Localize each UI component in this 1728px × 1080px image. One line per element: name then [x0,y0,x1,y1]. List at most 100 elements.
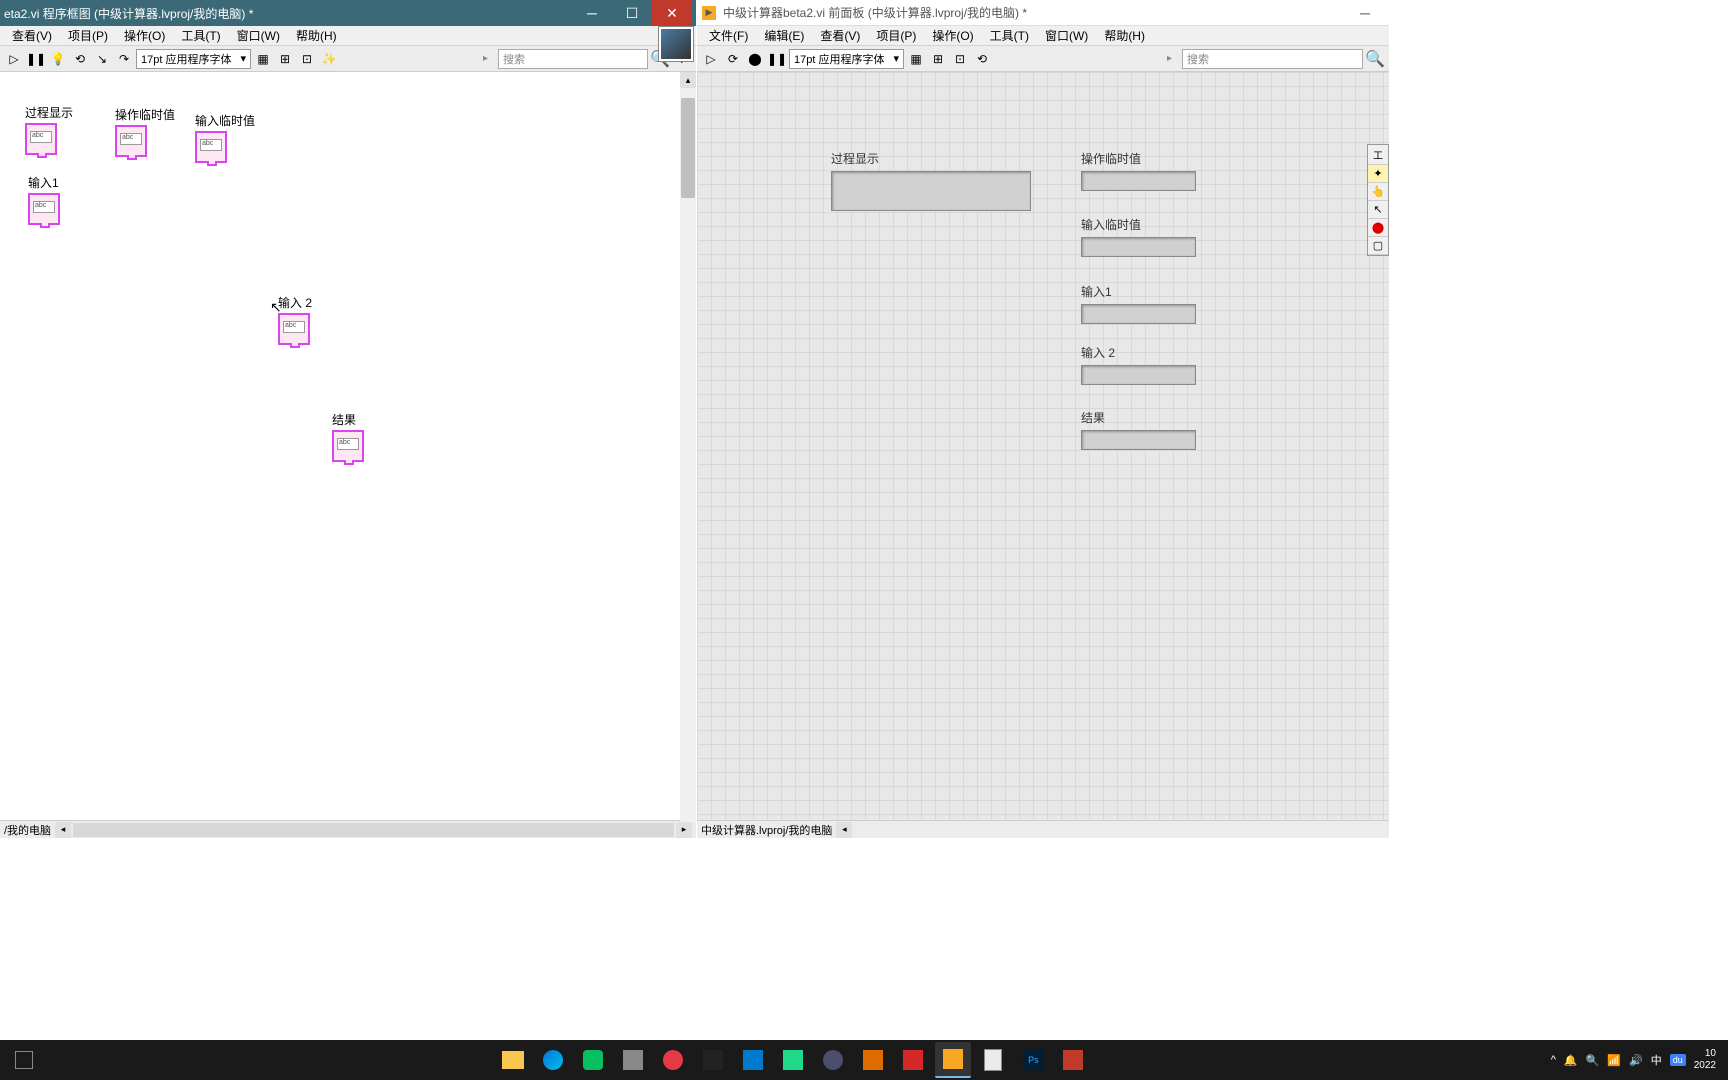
color-tool-icon[interactable]: ▢ [1368,237,1388,255]
tray-volume-icon[interactable]: 🔊 [1629,1054,1643,1067]
vi-icon-left[interactable] [658,26,694,62]
pause-button[interactable]: ❚❚ [767,49,787,69]
menu-window[interactable]: 窗口(W) [1037,27,1096,44]
node-op-temp[interactable]: 操作临时值 [115,106,175,157]
tray-network-icon[interactable]: 📶 [1607,1054,1621,1067]
operate-tool-icon[interactable]: 👆 [1368,183,1388,201]
align-button[interactable]: ▦ [906,49,926,69]
menu-view[interactable]: 查看(V) [812,27,868,44]
control-op-temp[interactable]: 操作临时值 [1081,150,1196,191]
resize-button[interactable]: ⊡ [950,49,970,69]
reorder-button[interactable]: ⊡ [297,49,317,69]
notepad-icon[interactable] [975,1042,1011,1078]
control-input-temp[interactable]: 输入临时值 [1081,216,1196,257]
close-button[interactable]: ✕ [652,0,692,26]
wechat-icon[interactable] [575,1042,611,1078]
control-result[interactable]: 结果 [1081,409,1196,450]
tray-search-icon[interactable]: 🔍 [1586,1054,1600,1067]
menu-tools[interactable]: 工具(T) [173,27,228,44]
cleanup-button[interactable]: ✨ [319,49,339,69]
explorer-icon[interactable] [495,1042,531,1078]
node-input1[interactable]: 输入1 [28,174,60,225]
clock[interactable]: 10 2022 [1694,1048,1716,1072]
app-icon-3[interactable] [695,1042,731,1078]
position-tool-icon[interactable]: ↖ [1368,201,1388,219]
reorder-button[interactable]: ⟲ [972,49,992,69]
string-indicator[interactable] [1081,171,1196,191]
labview-icon[interactable] [935,1042,971,1078]
distribute-button[interactable]: ⊞ [928,49,948,69]
breakpoint-tool-icon[interactable]: ⬤ [1368,219,1388,237]
control-input2[interactable]: 输入 2 [1081,344,1196,385]
app-icon-2[interactable] [655,1042,691,1078]
distribute-button[interactable]: ⊞ [275,49,295,69]
front-panel-canvas[interactable]: 过程显示 操作临时值 输入临时值 输入1 输入 2 结果 工 ✦ 👆 ↖ [697,72,1389,820]
search-input-left[interactable]: 搜索 [498,49,648,69]
maximize-button[interactable]: ☐ [612,0,652,26]
system-tray[interactable]: ^ 🔔 🔍 📶 🔊 中 du 10 2022 [1543,1048,1724,1072]
tray-ime[interactable]: 中 [1651,1052,1662,1068]
taskbar[interactable]: Ps ^ 🔔 🔍 📶 🔊 中 du 10 2022 [0,1040,1728,1080]
tray-du-icon[interactable]: du [1670,1054,1686,1066]
scrollbar-horizontal-left[interactable] [73,823,674,837]
string-indicator[interactable] [1081,304,1196,324]
edge-icon[interactable] [535,1042,571,1078]
titlebar-right[interactable]: ▶ 中级计算器beta2.vi 前面板 (中级计算器.lvproj/我的电脑) … [697,0,1389,26]
retain-wire-button[interactable]: ⟲ [70,49,90,69]
app-icon-1[interactable] [615,1042,651,1078]
photoshop-icon[interactable]: Ps [1015,1042,1051,1078]
minimize-button[interactable]: ─ [572,0,612,26]
menu-file[interactable]: 文件(F) [701,27,756,44]
menu-project[interactable]: 项目(P) [60,27,116,44]
vscode-icon[interactable] [735,1042,771,1078]
node-result[interactable]: 结果 [332,411,364,462]
scrollbar-vertical-left[interactable]: ▴ [680,72,696,822]
tray-notify-icon[interactable]: 🔔 [1564,1054,1578,1067]
scroll-right-icon[interactable]: ▸ [676,822,692,838]
tray-expand-icon[interactable]: ^ [1551,1054,1556,1066]
abort-button[interactable]: ⬤ [745,49,765,69]
app-icon-4[interactable] [815,1042,851,1078]
scroll-thumb[interactable] [681,98,695,198]
search-input-right[interactable]: 搜索 [1182,49,1363,69]
run-button[interactable]: ▷ [701,49,721,69]
start-button[interactable] [4,1040,44,1080]
node-input2[interactable]: 输入 2 [278,294,312,345]
block-diagram-canvas[interactable]: delta (-92,-79) 过程显示 操作临时值 输入临时值 输入1 输入 … [0,72,696,820]
step-over-button[interactable]: ↷ [114,49,134,69]
string-indicator[interactable] [1081,237,1196,257]
string-indicator[interactable] [1081,365,1196,385]
menu-edit[interactable]: 编辑(E) [756,27,812,44]
string-indicator[interactable] [1081,430,1196,450]
align-button[interactable]: ▦ [253,49,273,69]
pause-button[interactable]: ❚❚ [26,49,46,69]
menu-tools[interactable]: 工具(T) [982,27,1037,44]
app-icon-6[interactable] [1055,1042,1091,1078]
search-icon[interactable]: 🔍 [1365,49,1385,69]
tools-palette[interactable]: 工 ✦ 👆 ↖ ⬤ ▢ [1367,144,1389,256]
node-input-temp[interactable]: 输入临时值 [195,112,255,163]
menu-view[interactable]: 查看(V) [4,27,60,44]
run-continuous-button[interactable]: ⟳ [723,49,743,69]
menu-operate[interactable]: 操作(O) [116,27,173,44]
scroll-left-icon[interactable]: ◂ [836,822,852,838]
run-button[interactable]: ▷ [4,49,24,69]
matlab-icon[interactable] [855,1042,891,1078]
node-proc-display[interactable]: 过程显示 [25,104,73,155]
menu-help[interactable]: 帮助(H) [1096,27,1153,44]
app-icon-5[interactable] [895,1042,931,1078]
auto-tool-icon[interactable]: ✦ [1368,165,1388,183]
menu-project[interactable]: 项目(P) [868,27,924,44]
menu-operate[interactable]: 操作(O) [924,27,981,44]
control-proc-display[interactable]: 过程显示 [831,150,1031,211]
string-indicator[interactable] [831,171,1031,211]
titlebar-left[interactable]: eta2.vi 程序框图 (中级计算器.lvproj/我的电脑) * ─ ☐ ✕ [0,0,696,26]
step-into-button[interactable]: ↘ [92,49,112,69]
menu-help[interactable]: 帮助(H) [288,27,345,44]
highlight-button[interactable]: 💡 [48,49,68,69]
pycharm-icon[interactable] [775,1042,811,1078]
font-select-left[interactable]: 17pt 应用程序字体 ▾ [136,49,251,69]
control-input1[interactable]: 输入1 [1081,283,1196,324]
minimize-button[interactable]: ─ [1345,0,1385,26]
font-select-right[interactable]: 17pt 应用程序字体 ▾ [789,49,904,69]
